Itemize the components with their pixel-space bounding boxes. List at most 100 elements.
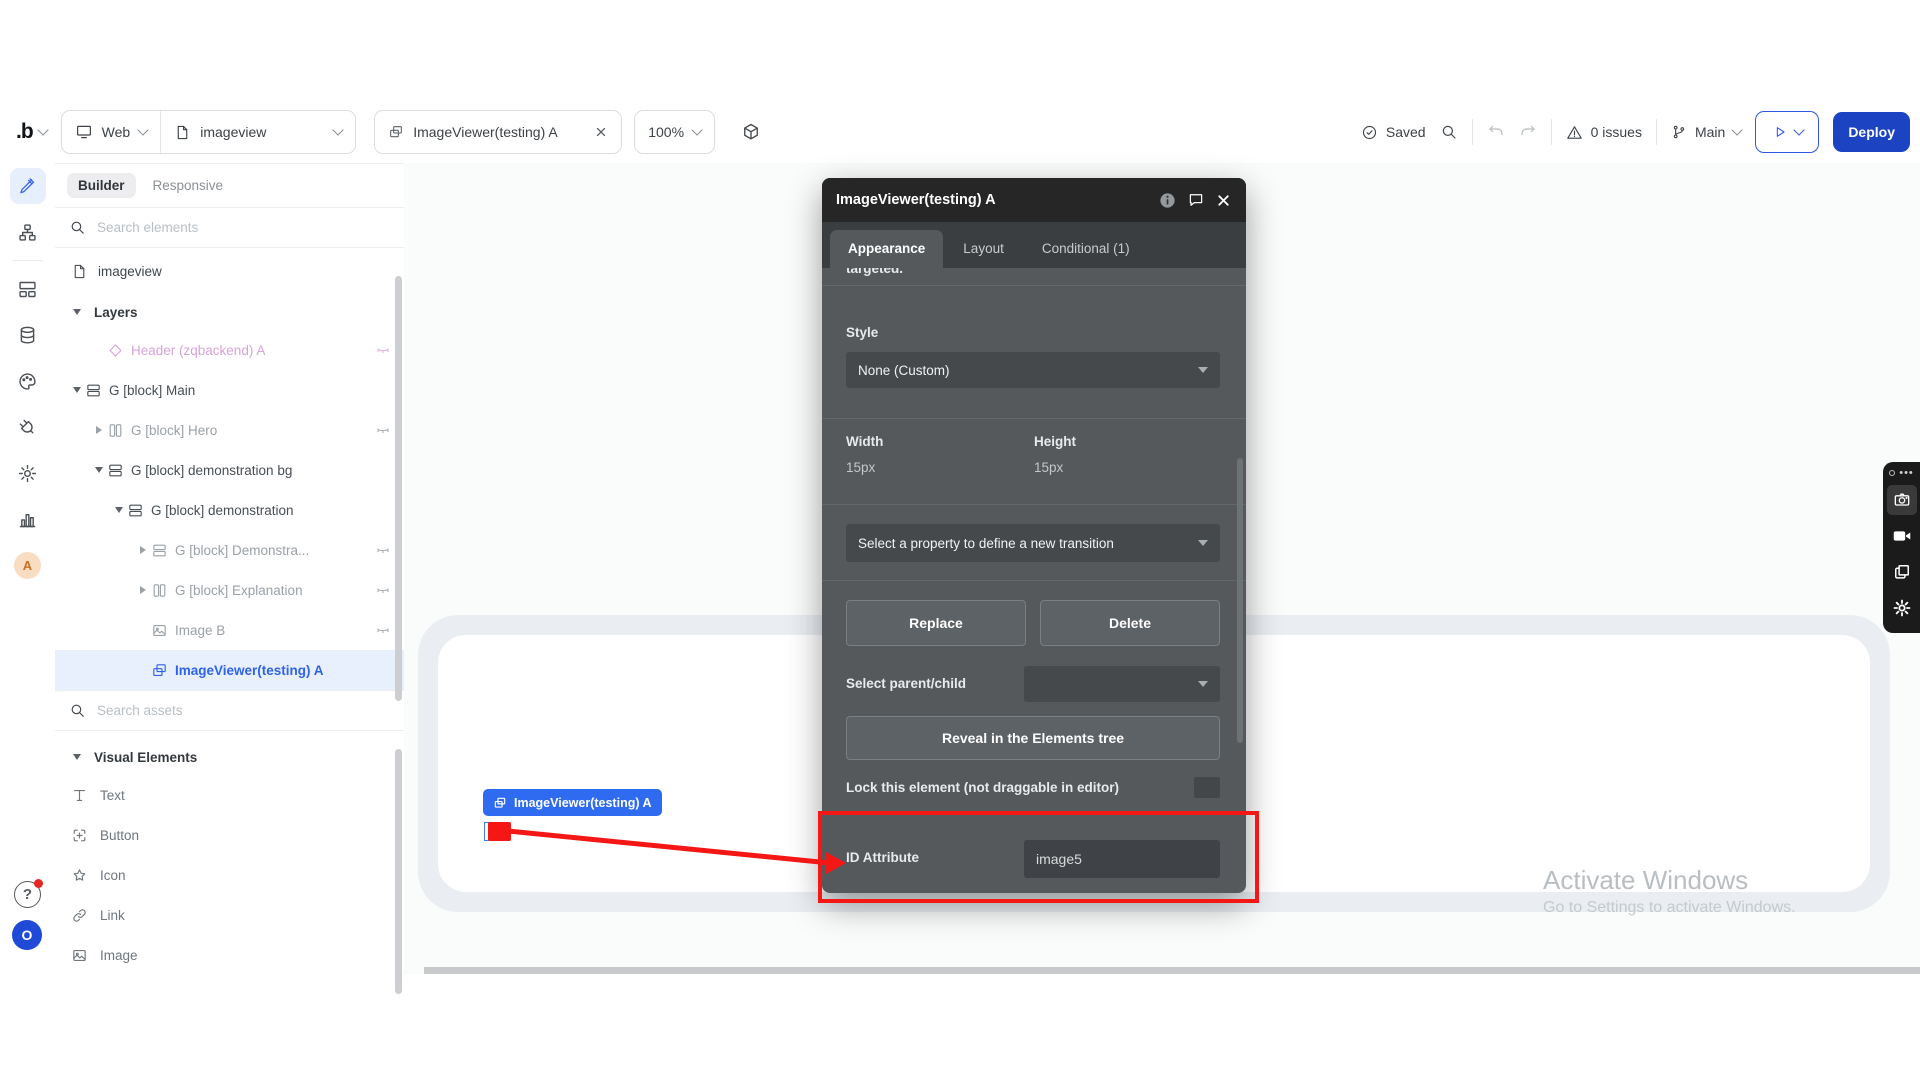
eye-closed-icon[interactable]: [375, 342, 391, 358]
layers-item-image-b[interactable]: Image B: [55, 610, 404, 650]
transition-dropdown[interactable]: Select a property to define a new transi…: [846, 524, 1220, 562]
more-options-icon[interactable]: •••: [1899, 470, 1914, 476]
parent-child-dropdown[interactable]: [1024, 666, 1220, 702]
tab-layout[interactable]: Layout: [945, 230, 1022, 268]
device-selector[interactable]: Web: [62, 111, 161, 153]
eye-closed-icon[interactable]: [375, 582, 391, 598]
panel-scrollbar[interactable]: [395, 276, 402, 701]
rail-item-database[interactable]: [0, 312, 55, 358]
chat-avatar-button[interactable]: O: [12, 920, 42, 950]
tab-appearance[interactable]: Appearance: [830, 230, 943, 268]
gear-icon: [17, 463, 38, 484]
rail-item-workflow[interactable]: [0, 209, 55, 255]
search-assets-input[interactable]: [95, 702, 329, 719]
style-value: None (Custom): [858, 363, 950, 378]
style-dropdown[interactable]: None (Custom): [846, 352, 1220, 388]
height-label: Height: [1034, 434, 1076, 449]
screenshot-tool-button[interactable]: [1887, 485, 1917, 515]
replace-button[interactable]: Replace: [846, 600, 1026, 646]
rail-item-styles[interactable]: [0, 358, 55, 404]
rows-block-icon: [127, 502, 144, 519]
bubble-logo[interactable]: .b: [16, 120, 33, 144]
palette-item-label: Text: [100, 788, 125, 803]
branch-selector[interactable]: Main: [1671, 124, 1741, 140]
issues-label: 0 issues: [1591, 124, 1642, 140]
layers-item-demonstration[interactable]: G [block] demonstration: [55, 490, 404, 530]
logo-chevron-icon[interactable]: [37, 124, 48, 135]
palette-item-label: Button: [100, 828, 139, 843]
gear-icon: [1892, 598, 1912, 618]
palette-item-button[interactable]: Button: [55, 815, 404, 855]
activate-windows-watermark: Activate Windows: [1543, 865, 1748, 896]
capture-settings-button[interactable]: [1887, 593, 1917, 623]
element-breadcrumb[interactable]: ImageViewer(testing) A: [374, 110, 622, 154]
redo-icon[interactable]: [1519, 123, 1537, 141]
page-item-label: imageview: [98, 264, 162, 279]
close-icon[interactable]: [594, 125, 608, 139]
palette-item-text[interactable]: Text: [55, 775, 404, 815]
panel-scrollbar[interactable]: [395, 749, 402, 994]
video-camera-icon: [1891, 525, 1913, 547]
search-icon[interactable]: [1440, 123, 1458, 141]
layers-item-hero[interactable]: G [block] Hero: [55, 410, 404, 450]
button-icon: [71, 827, 88, 844]
preview-button[interactable]: [1755, 111, 1819, 153]
dropdown-arrow-icon: [1198, 367, 1208, 373]
avatar: O: [22, 927, 33, 943]
tab-conditional[interactable]: Conditional (1): [1024, 230, 1148, 268]
page-tree-item[interactable]: imageview: [55, 248, 404, 294]
rail-item-design[interactable]: [0, 163, 55, 209]
visual-elements-header[interactable]: Visual Elements: [55, 739, 404, 775]
info-icon[interactable]: [1158, 191, 1177, 210]
issues-button[interactable]: 0 issues: [1566, 124, 1642, 141]
record-dot-icon[interactable]: [1889, 470, 1895, 476]
chevron-down-icon: [691, 124, 702, 135]
eye-closed-icon[interactable]: [375, 422, 391, 438]
tab-builder[interactable]: Builder: [67, 173, 136, 198]
rail-item-logs[interactable]: [0, 496, 55, 542]
reveal-in-tree-button[interactable]: Reveal in the Elements tree: [846, 716, 1220, 760]
zoom-selector[interactable]: 100%: [634, 110, 715, 154]
help-button[interactable]: ?: [14, 881, 41, 908]
rail-item-components[interactable]: [0, 266, 55, 312]
lock-checkbox[interactable]: [1194, 777, 1220, 798]
comment-icon[interactable]: [1187, 191, 1205, 209]
component-cube-icon[interactable]: [741, 122, 761, 142]
layers-item-header[interactable]: Header (zqbackend) A: [55, 330, 404, 370]
tab-responsive[interactable]: Responsive: [142, 173, 235, 198]
dialog-title: ImageViewer(testing) A: [836, 192, 1148, 208]
layers-item-imageviewer[interactable]: ImageViewer(testing) A: [55, 650, 404, 690]
screen-capture-toolbar: •••: [1883, 462, 1920, 633]
rail-item-plugins[interactable]: [0, 404, 55, 450]
bar-chart-icon: [17, 509, 38, 530]
search-elements-input[interactable]: [95, 219, 329, 236]
diamond-icon: [107, 342, 124, 359]
eye-closed-icon[interactable]: [375, 542, 391, 558]
page-selector[interactable]: imageview: [160, 111, 355, 153]
deploy-button[interactable]: Deploy: [1833, 112, 1910, 152]
copy-captures-button[interactable]: [1887, 557, 1917, 587]
rail-item-account[interactable]: A: [0, 542, 55, 588]
branch-label: Main: [1695, 124, 1725, 140]
rail-item-settings[interactable]: [0, 450, 55, 496]
undo-icon[interactable]: [1487, 123, 1505, 141]
palette-item-icon[interactable]: Icon: [55, 855, 404, 895]
palette-item-link[interactable]: Link: [55, 895, 404, 935]
layers-item-demonstration-bg[interactable]: G [block] demonstration bg: [55, 450, 404, 490]
dialog-scrollbar[interactable]: [1237, 458, 1243, 743]
horizontal-scrollbar[interactable]: [424, 967, 1920, 974]
close-icon[interactable]: [1215, 192, 1232, 209]
layer-label: ImageViewer(testing) A: [175, 663, 324, 678]
layers-item-main[interactable]: G [block] Main: [55, 370, 404, 410]
palette-item-image[interactable]: Image: [55, 935, 404, 975]
dialog-header[interactable]: ImageViewer(testing) A: [822, 178, 1246, 222]
property-editor-dialog: ImageViewer(testing) A Appearance Layout…: [822, 178, 1246, 893]
eye-closed-icon[interactable]: [375, 622, 391, 638]
screen-record-button[interactable]: [1887, 521, 1917, 551]
imageviewer-icon: [151, 662, 168, 679]
layers-item-explanation[interactable]: G [block] Explanation: [55, 570, 404, 610]
rows-block-icon: [107, 462, 124, 479]
layers-item-demonstra[interactable]: G [block] Demonstra...: [55, 530, 404, 570]
delete-button[interactable]: Delete: [1040, 600, 1220, 646]
layers-section-header[interactable]: Layers: [55, 294, 404, 330]
